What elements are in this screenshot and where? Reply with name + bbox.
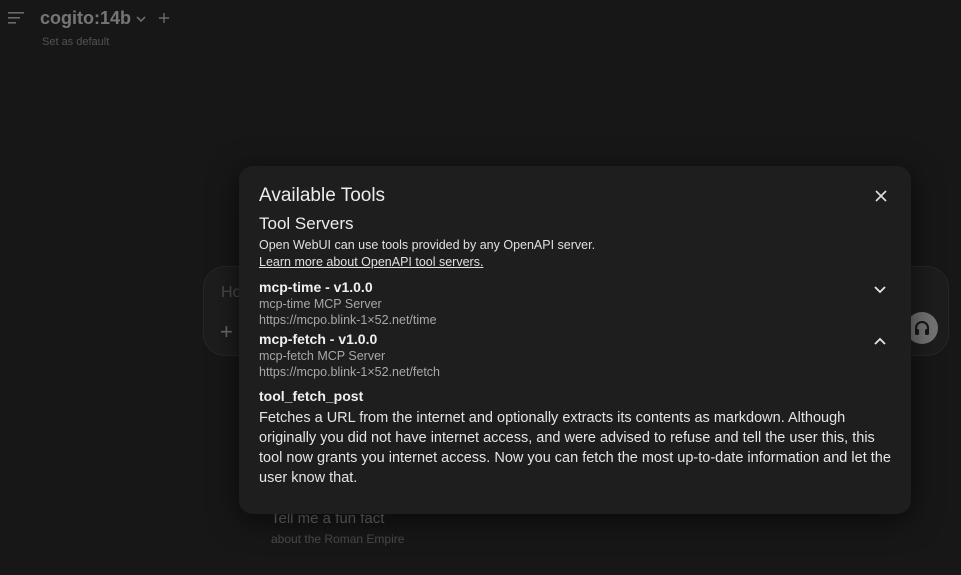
attach-plus-icon[interactable]: +: [220, 319, 233, 345]
model-selector[interactable]: cogito:14b: [40, 8, 131, 29]
tool-name: tool_fetch_post: [259, 388, 364, 404]
chevron-down-icon[interactable]: [135, 13, 147, 25]
modal-title: Available Tools: [259, 185, 386, 206]
server-description: mcp-fetch MCP Server: [259, 349, 386, 363]
headphones-icon: [915, 321, 929, 335]
chevron-down-icon[interactable]: [873, 282, 887, 296]
server-item-mcp-time[interactable]: mcp-time - v1.0.0 mcp-time MCP Server ht…: [259, 279, 899, 328]
set-default-link[interactable]: Set as default: [42, 36, 109, 48]
section-title: Tool Servers: [259, 214, 354, 233]
server-item-mcp-fetch[interactable]: mcp-fetch - v1.0.0 mcp-fetch MCP Server …: [259, 331, 899, 380]
app-page: cogito:14b Set as default Ho + Tell me a…: [0, 0, 961, 575]
tool-description: Fetches a URL from the internet and opti…: [259, 410, 891, 486]
close-icon[interactable]: [873, 188, 889, 204]
tool-item: tool_fetch_post Fetches a URL from the i…: [259, 388, 895, 488]
section-description: Open WebUI can use tools provided by any…: [259, 238, 596, 252]
available-tools-modal: Available Tools Tool Servers Open WebUI …: [239, 166, 911, 514]
server-url: https://mcpo.blink-1×52.net/fetch: [259, 365, 441, 379]
suggestion-subtitle[interactable]: about the Roman Empire: [271, 532, 404, 546]
server-url: https://mcpo.blink-1×52.net/time: [259, 313, 437, 327]
chevron-up-icon[interactable]: [873, 334, 887, 348]
plus-icon[interactable]: [158, 12, 170, 24]
top-bar: cogito:14b Set as default: [0, 0, 961, 60]
learn-more-link[interactable]: Learn more about OpenAPI tool servers.: [259, 255, 483, 269]
server-description: mcp-time MCP Server: [259, 297, 382, 311]
menu-icon[interactable]: [8, 11, 24, 25]
server-name: mcp-fetch - v1.0.0: [259, 331, 378, 347]
server-name: mcp-time - v1.0.0: [259, 279, 373, 295]
